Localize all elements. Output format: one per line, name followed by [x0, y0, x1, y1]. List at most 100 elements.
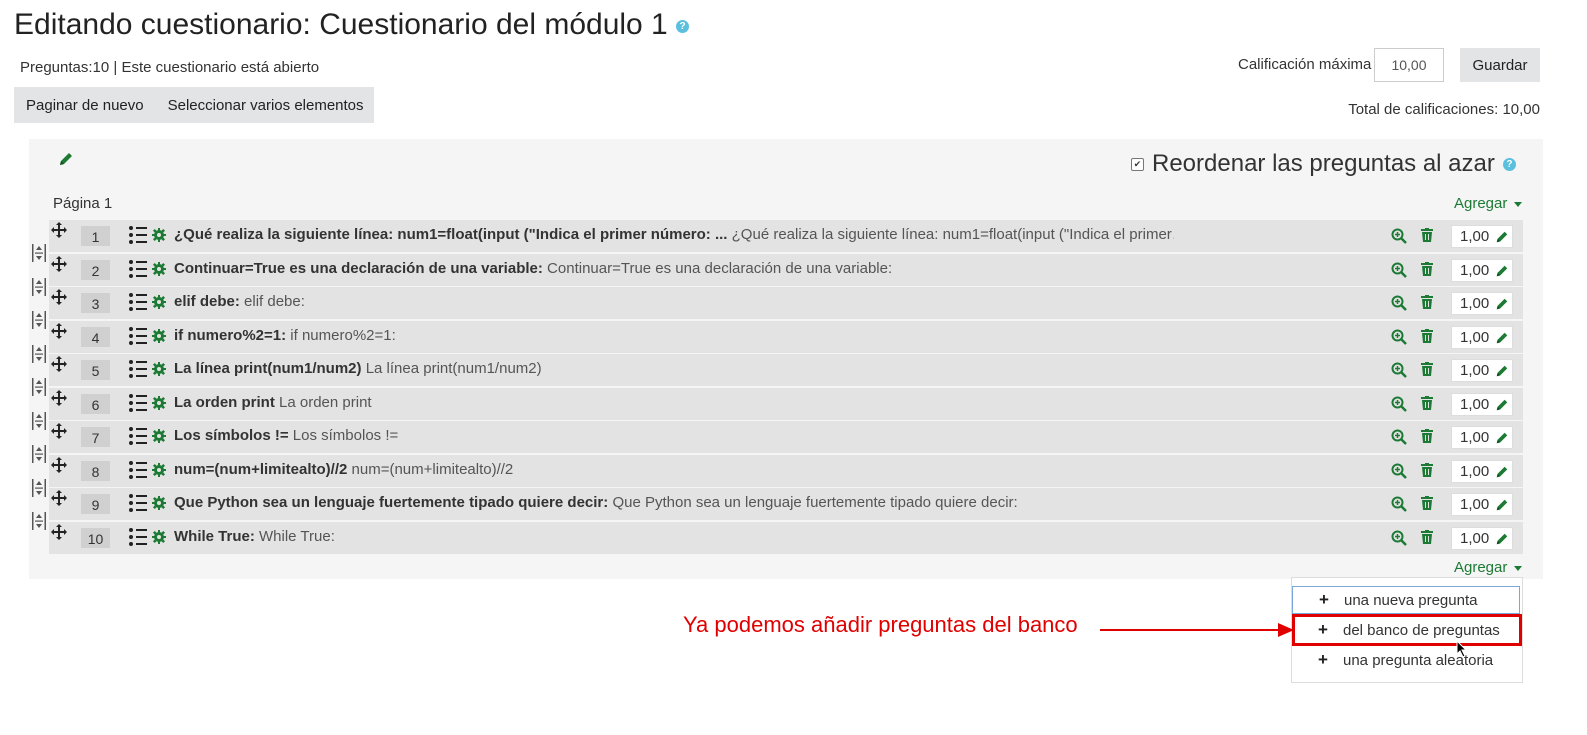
preview-icon[interactable]: [1391, 463, 1407, 484]
question-text[interactable]: elif debe: elif debe:: [174, 293, 1174, 310]
gear-icon[interactable]: [152, 295, 166, 314]
edit-mark-pencil-icon[interactable]: [1495, 397, 1509, 419]
save-button[interactable]: Guardar: [1460, 48, 1540, 82]
question-name: elif debe:: [174, 293, 240, 310]
preview-icon[interactable]: [1391, 530, 1407, 551]
question-text[interactable]: La orden print La orden print: [174, 394, 1174, 411]
edit-mark-pencil-icon[interactable]: [1495, 531, 1509, 553]
gear-icon[interactable]: [152, 530, 166, 549]
mouse-cursor-icon: [1456, 640, 1468, 658]
add-label-top: Agregar: [1454, 195, 1508, 212]
preview-icon[interactable]: [1391, 228, 1407, 249]
help-icon[interactable]: ?: [676, 19, 690, 33]
move-icon[interactable]: [51, 222, 67, 243]
max-mark[interactable]: 1,00: [1451, 493, 1513, 516]
repaginate-button[interactable]: Paginar de nuevo: [14, 97, 156, 114]
question-text[interactable]: Continuar=True es una declaración de una…: [174, 260, 1174, 277]
trash-icon[interactable]: [1421, 262, 1433, 281]
max-mark[interactable]: 1,00: [1451, 225, 1513, 248]
trash-icon[interactable]: [1421, 362, 1433, 381]
edit-mark-pencil-icon[interactable]: [1495, 430, 1509, 452]
question-text[interactable]: Los símbolos != Los símbolos !=: [174, 427, 1174, 444]
trash-icon[interactable]: [1421, 463, 1433, 482]
preview-icon[interactable]: [1391, 429, 1407, 450]
page-break-icon[interactable]: [32, 512, 46, 535]
gear-icon[interactable]: [152, 362, 166, 381]
move-icon[interactable]: [51, 423, 67, 444]
add-new-question-item[interactable]: + una nueva pregunta: [1292, 586, 1520, 614]
max-grade-input[interactable]: [1374, 48, 1444, 82]
question-row: 8 num=(num+limitealto)//2 num=(num+limite…: [49, 455, 1523, 487]
move-icon[interactable]: [51, 323, 67, 344]
move-icon[interactable]: [51, 490, 67, 511]
preview-icon[interactable]: [1391, 295, 1407, 316]
move-icon[interactable]: [51, 390, 67, 411]
add-random-question-item[interactable]: + una pregunta aleatoria: [1292, 646, 1520, 674]
trash-icon[interactable]: [1421, 496, 1433, 515]
edit-mark-pencil-icon[interactable]: [1495, 497, 1509, 519]
page-break-icon[interactable]: [32, 445, 46, 468]
shuffle-checkbox[interactable]: ✔: [1131, 157, 1144, 171]
edit-mark-pencil-icon[interactable]: [1495, 229, 1509, 251]
max-mark[interactable]: 1,00: [1451, 326, 1513, 349]
max-mark-value: 1,00: [1460, 396, 1490, 413]
max-mark[interactable]: 1,00: [1451, 259, 1513, 282]
page-break-icon[interactable]: [32, 345, 46, 368]
edit-mark-pencil-icon[interactable]: [1495, 464, 1509, 486]
edit-heading-pencil-icon[interactable]: [58, 151, 74, 172]
page-break-icon[interactable]: [32, 311, 46, 334]
max-mark[interactable]: 1,00: [1451, 460, 1513, 483]
max-mark[interactable]: 1,00: [1451, 426, 1513, 449]
gear-icon[interactable]: [152, 463, 166, 482]
trash-icon[interactable]: [1421, 429, 1433, 448]
move-icon[interactable]: [51, 256, 67, 277]
preview-icon[interactable]: [1391, 362, 1407, 383]
preview-icon[interactable]: [1391, 329, 1407, 350]
trash-icon[interactable]: [1421, 295, 1433, 314]
question-text[interactable]: La línea print(num1/num2) La línea print…: [174, 360, 1174, 377]
gear-icon[interactable]: [152, 262, 166, 281]
page-break-icon[interactable]: [32, 244, 46, 267]
edit-mark-pencil-icon[interactable]: [1495, 363, 1509, 385]
question-body: Continuar=True es una declaración de una…: [547, 260, 893, 277]
move-icon[interactable]: [51, 457, 67, 478]
gear-icon[interactable]: [152, 429, 166, 448]
page-break-icon[interactable]: [32, 479, 46, 502]
question-ellipsis: …: [1172, 226, 1174, 243]
preview-icon[interactable]: [1391, 396, 1407, 417]
trash-icon[interactable]: [1421, 329, 1433, 348]
total-grades: Total de calificaciones: 10,00: [1348, 101, 1540, 118]
gear-icon[interactable]: [152, 228, 166, 247]
select-multiple-button[interactable]: Seleccionar varios elementos: [156, 97, 376, 114]
question-text[interactable]: Que Python sea un lenguaje fuertemente t…: [174, 494, 1174, 511]
max-mark[interactable]: 1,00: [1451, 292, 1513, 315]
trash-icon[interactable]: [1421, 228, 1433, 247]
gear-icon[interactable]: [152, 329, 166, 348]
page-break-icon[interactable]: [32, 378, 46, 401]
question-text[interactable]: ¿Qué realiza la siguiente línea: num1=fl…: [174, 226, 1174, 243]
max-mark[interactable]: 1,00: [1451, 527, 1513, 550]
trash-icon[interactable]: [1421, 530, 1433, 549]
move-icon[interactable]: [51, 356, 67, 377]
max-mark[interactable]: 1,00: [1451, 359, 1513, 382]
question-text[interactable]: num=(num+limitealto)//2 num=(num+limitea…: [174, 461, 1174, 478]
edit-mark-pencil-icon[interactable]: [1495, 296, 1509, 318]
page-break-icon[interactable]: [32, 412, 46, 435]
question-text[interactable]: if numero%2=1: if numero%2=1:: [174, 327, 1174, 344]
max-mark[interactable]: 1,00: [1451, 393, 1513, 416]
move-icon[interactable]: [51, 289, 67, 310]
add-menu-top[interactable]: Agregar: [1454, 195, 1523, 212]
multichoice-icon: [128, 460, 148, 485]
add-menu-bottom[interactable]: Agregar: [1454, 559, 1523, 576]
edit-mark-pencil-icon[interactable]: [1495, 330, 1509, 352]
move-icon[interactable]: [51, 524, 67, 545]
preview-icon[interactable]: [1391, 262, 1407, 283]
question-text[interactable]: While True: While True:: [174, 528, 1174, 545]
gear-icon[interactable]: [152, 496, 166, 515]
page-break-icon[interactable]: [32, 278, 46, 301]
edit-mark-pencil-icon[interactable]: [1495, 263, 1509, 285]
shuffle-help-icon[interactable]: ?: [1502, 157, 1516, 171]
trash-icon[interactable]: [1421, 396, 1433, 415]
gear-icon[interactable]: [152, 396, 166, 415]
preview-icon[interactable]: [1391, 496, 1407, 517]
